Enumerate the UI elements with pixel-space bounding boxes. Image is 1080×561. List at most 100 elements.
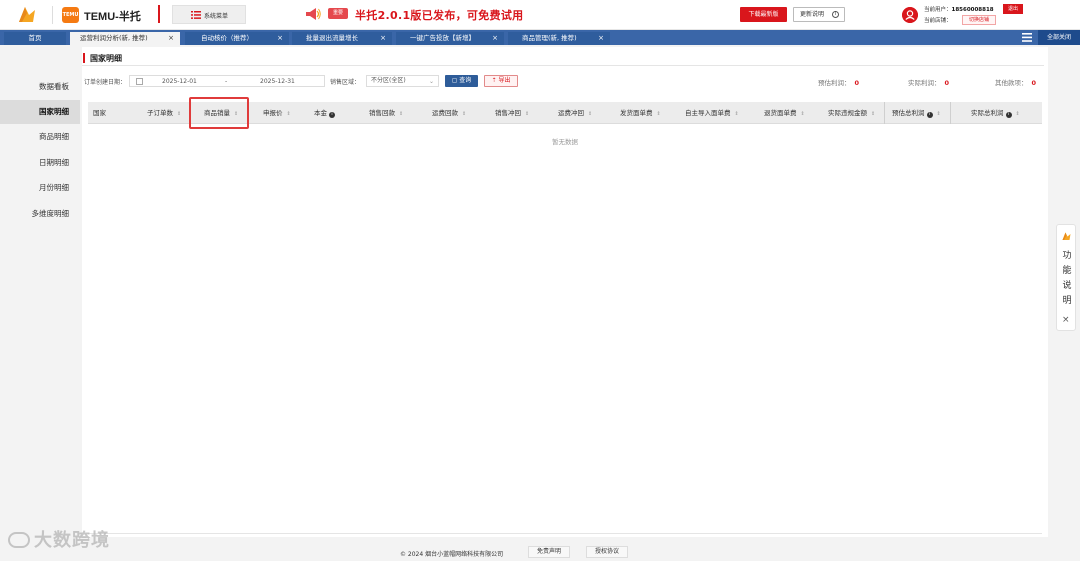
col-label: 申报价	[263, 109, 283, 117]
highlight-annotation	[189, 97, 249, 129]
update-notes-button[interactable]: 更新说明 i	[793, 7, 845, 22]
export-button[interactable]: ⇡ 导出	[484, 75, 518, 87]
info-icon[interactable]: i	[926, 112, 933, 118]
system-menu-button[interactable]: 系统菜单	[172, 5, 246, 24]
tab-profit-analysis[interactable]: 运营利润分析(新, 推荐) ×	[70, 32, 180, 45]
update-notes-label: 更新说明	[800, 11, 825, 18]
col-est-total-profit[interactable]: 预估总利润 i ⇕	[892, 102, 941, 124]
date-range-picker[interactable]: 2025-12-01 - 2025-12-31	[129, 75, 325, 87]
col-principal: 本金 i	[314, 102, 335, 124]
promo-announcement[interactable]: 半托2.0.1版已发布，可免费试用	[355, 7, 523, 23]
sort-icon[interactable]: ⇕	[801, 111, 805, 117]
filter-bar: 订单创建日期： 2025-12-01 - 2025-12-31 销售区域： 不分…	[82, 73, 1044, 89]
col-country: 国家	[93, 102, 106, 124]
temu-badge-icon: TEMU	[62, 7, 79, 23]
export-label: 导出	[498, 77, 511, 84]
tab-label: 批量退出流量增长	[306, 34, 358, 42]
sort-icon[interactable]: ⇕	[1016, 111, 1020, 117]
col-actual-total-profit[interactable]: 实际总利润 i ⇕	[971, 102, 1020, 124]
header-divider	[52, 6, 53, 24]
sort-icon[interactable]: ⇕	[399, 111, 403, 117]
download-latest-button[interactable]: 下载最新版	[740, 7, 787, 22]
info-icon[interactable]: i	[329, 112, 335, 118]
tab-close-icon[interactable]: ×	[492, 32, 498, 45]
column-divider	[884, 102, 885, 124]
col-label: 运费回款	[432, 109, 458, 117]
tab-auto-pricing[interactable]: 自动核价（推荐） ×	[185, 32, 289, 45]
panel-header: 国家明细	[82, 51, 1044, 66]
other-funds-stat: 其他款项： 0	[995, 77, 1036, 87]
sort-icon[interactable]: ⇕	[287, 111, 291, 117]
other-funds-label: 其他款项：	[995, 79, 1028, 87]
sort-icon[interactable]: ⇕	[525, 111, 529, 117]
col-label: 国家	[93, 109, 106, 117]
sort-icon[interactable]: ⇕	[657, 111, 661, 117]
col-self-import-label-fee[interactable]: 自主导入面单费 ⇕	[685, 102, 739, 124]
col-declared-price[interactable]: 申报价 ⇕	[263, 102, 291, 124]
tab-label: 商品管理(新, 推荐)	[522, 34, 577, 42]
menu-list-icon[interactable]	[1022, 33, 1032, 42]
current-user-value: 18560008818	[951, 7, 994, 13]
sidebar-item-date-detail[interactable]: 日期明细	[0, 151, 80, 175]
calendar-icon	[136, 78, 143, 85]
region-select[interactable]: 不分区(全区) ⌄	[366, 75, 439, 87]
sidebar-item-dashboard[interactable]: 数据看板	[0, 75, 80, 99]
other-funds-value: 0	[1031, 79, 1037, 87]
tab-label: 首页	[28, 34, 42, 42]
sort-icon[interactable]: ⇕	[735, 111, 739, 117]
query-label: 查询	[459, 77, 472, 84]
logout-button[interactable]: 退出	[1003, 4, 1023, 14]
actual-profit-stat: 实际利润： 0	[908, 77, 949, 87]
tab-label: 自动核价（推荐）	[201, 34, 253, 42]
col-label: 本金	[314, 109, 327, 117]
col-violation-amount[interactable]: 实际违规金额 ⇕	[828, 102, 875, 124]
tab-close-icon[interactable]: ×	[598, 32, 604, 45]
col-label: 自主导入面单费	[685, 109, 731, 117]
tab-product-management[interactable]: 商品管理(新, 推荐) ×	[508, 32, 610, 45]
list-icon	[191, 11, 201, 19]
col-shipping-reversal[interactable]: 运费冲回 ⇕	[558, 102, 592, 124]
tab-close-icon[interactable]: ×	[277, 32, 283, 45]
col-label: 实际违规金额	[828, 109, 867, 117]
disclaimer-link[interactable]: 免责声明	[528, 546, 571, 558]
col-sales-reversal[interactable]: 销售冲回 ⇕	[495, 102, 529, 124]
license-agreement-link[interactable]: 授权协议	[586, 546, 629, 558]
col-return-label-fee[interactable]: 退货面单费 ⇕	[764, 102, 805, 124]
sort-icon[interactable]: ⇕	[871, 111, 875, 117]
close-icon[interactable]: ×	[1062, 315, 1070, 325]
close-all-tabs-button[interactable]: 全部关闭	[1038, 30, 1080, 45]
sidebar-item-country-detail[interactable]: 国家明细	[0, 100, 80, 124]
tab-close-icon[interactable]: ×	[168, 32, 174, 45]
est-profit-stat: 预估利润： 0	[818, 77, 859, 87]
col-sub-orders[interactable]: 子订单数 ⇕	[147, 102, 181, 124]
title-accent-bar	[83, 53, 85, 63]
tab-bar: 首页 运营利润分析(新, 推荐) × 自动核价（推荐） × 批量退出流量增长 × 一键…	[0, 30, 1080, 45]
feature-help-panel[interactable]: 功能说明 ×	[1056, 224, 1076, 331]
sort-icon[interactable]: ⇕	[462, 111, 466, 117]
copyright-text: © 2024 烟台小蓝帽网络科技有限公司	[400, 551, 504, 558]
current-store-label: 当前店铺：	[924, 18, 952, 24]
sidebar-item-multi-dimension[interactable]: 多维度明细	[0, 202, 80, 226]
date-end: 2025-12-31	[260, 78, 295, 85]
switch-store-button[interactable]: 切换店铺	[962, 15, 996, 25]
col-label: 子订单数	[147, 109, 173, 117]
tab-ad-placement[interactable]: 一键广告投放【新增】 ×	[396, 32, 504, 45]
col-shipping-receipt[interactable]: 运费回款 ⇕	[432, 102, 466, 124]
col-shipping-label-fee[interactable]: 发货面单费 ⇕	[620, 102, 661, 124]
info-icon: i	[832, 11, 839, 18]
query-button[interactable]: ▢ 查询	[445, 75, 478, 87]
info-icon[interactable]: i	[1005, 112, 1012, 118]
sort-icon[interactable]: ⇕	[177, 111, 181, 117]
col-label: 实际总利润	[971, 109, 1004, 117]
app-logo-icon	[19, 7, 35, 22]
sort-icon[interactable]: ⇕	[588, 111, 592, 117]
sidebar-item-month-detail[interactable]: 月份明细	[0, 176, 80, 200]
tab-home[interactable]: 首页	[4, 32, 66, 45]
sort-icon[interactable]: ⇕	[937, 111, 941, 117]
tab-batch-exit-traffic[interactable]: 批量退出流量增长 ×	[292, 32, 392, 45]
sidebar-item-product-detail[interactable]: 商品明细	[0, 125, 80, 149]
table-bottom-border	[88, 533, 1042, 534]
col-label: 预估总利润	[892, 109, 925, 117]
tab-close-icon[interactable]: ×	[380, 32, 386, 45]
col-sales-receipt[interactable]: 销售回款 ⇕	[369, 102, 403, 124]
